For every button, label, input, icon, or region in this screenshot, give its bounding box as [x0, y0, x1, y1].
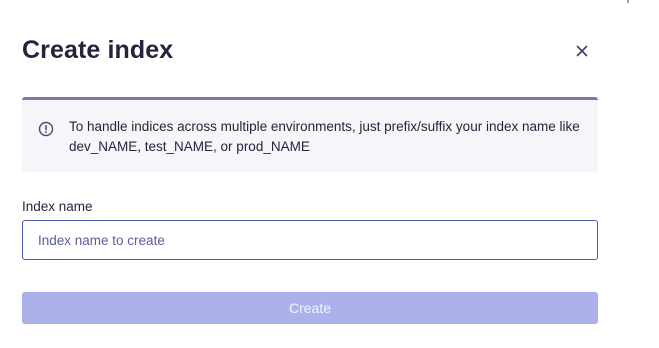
- index-name-input[interactable]: [22, 220, 598, 260]
- create-index-dialog: Create index To handle indices across mu…: [0, 0, 659, 348]
- info-circle-icon: [38, 121, 54, 137]
- index-name-label: Index name: [22, 199, 93, 214]
- info-callout: To handle indices across multiple enviro…: [22, 97, 598, 172]
- window-edge-mark: [627, 0, 629, 3]
- info-message: To handle indices across multiple enviro…: [69, 119, 580, 154]
- close-icon: [576, 45, 588, 57]
- dialog-title: Create index: [22, 36, 174, 64]
- create-button[interactable]: Create: [22, 292, 598, 324]
- close-button[interactable]: [571, 40, 593, 62]
